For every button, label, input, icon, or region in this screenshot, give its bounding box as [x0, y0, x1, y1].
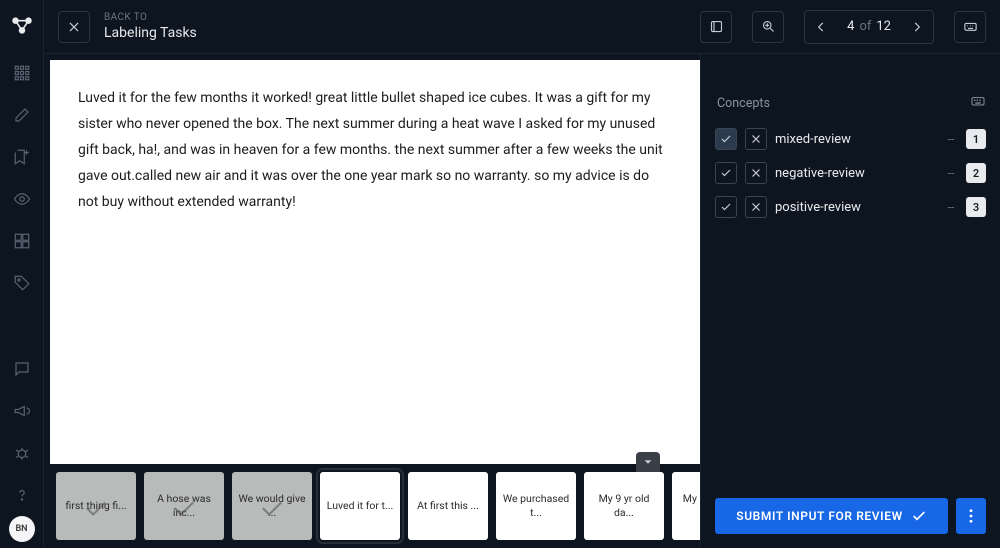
- brand-logo-icon: [9, 12, 35, 38]
- keyboard-shortcuts-button[interactable]: [954, 11, 986, 43]
- concept-hotkey: 2: [966, 163, 986, 183]
- concept-accept-button[interactable]: [715, 196, 737, 218]
- app-root: BN BACK TO Labeling Tasks 4 of 12: [0, 0, 1000, 548]
- filmstrip-thumb[interactable]: My daughter lo...: [672, 472, 700, 540]
- concept-accept-button[interactable]: [715, 128, 737, 150]
- pager-next-button[interactable]: [901, 11, 933, 43]
- concepts-heading: Concepts: [717, 96, 770, 111]
- filmstrip-container: first thing fi... A hose was inc... We wou…: [50, 464, 700, 548]
- concept-status: --: [944, 132, 958, 146]
- document-content: Luved it for the few months it worked! g…: [50, 60, 700, 464]
- pager: 4 of 12: [804, 10, 934, 44]
- user-avatar[interactable]: BN: [9, 516, 35, 542]
- submit-button[interactable]: SUBMIT INPUT FOR REVIEW: [715, 498, 948, 534]
- filmstrip-thumb-label: My daughter lo...: [678, 492, 700, 520]
- concept-name: mixed-review: [775, 132, 936, 147]
- concept-hotkey: 3: [966, 197, 986, 217]
- nav-tag-icon[interactable]: [0, 262, 44, 304]
- submit-row: SUBMIT INPUT FOR REVIEW: [701, 488, 1000, 548]
- filmstrip-thumb-label: Luved it for t...: [327, 499, 393, 513]
- concept-accept-button[interactable]: [715, 162, 737, 184]
- filter-button[interactable]: [700, 11, 732, 43]
- concept-name: positive-review: [775, 200, 936, 215]
- filmstrip-thumb-label: We purchased t...: [502, 492, 570, 520]
- close-button[interactable]: [58, 11, 90, 43]
- nav-megaphone-icon[interactable]: [0, 390, 44, 432]
- back-to-label: BACK TO: [104, 12, 197, 23]
- filmstrip-thumb[interactable]: My 9 yr old da...: [584, 472, 664, 540]
- nav-bug-icon[interactable]: [0, 432, 44, 474]
- pager-current: 4: [847, 19, 854, 34]
- filmstrip-thumb-label: We would give ...: [238, 492, 306, 520]
- concept-name: negative-review: [775, 166, 936, 181]
- concepts-list: mixed-review -- 1 negative-review -- 2 positiv…: [701, 122, 1000, 224]
- pager-prev-button[interactable]: [805, 11, 837, 43]
- concept-row: negative-review -- 2: [701, 156, 1000, 190]
- concept-reject-button[interactable]: [745, 162, 767, 184]
- header: BACK TO Labeling Tasks 4 of 12: [44, 0, 1000, 54]
- pager-of: of: [859, 19, 871, 34]
- concepts-heading-row: Concepts: [701, 84, 1000, 122]
- filmstrip-thumb-label: At first this ...: [417, 499, 479, 513]
- filmstrip-thumb[interactable]: We purchased t...: [496, 472, 576, 540]
- filmstrip-thumb[interactable]: We would give ...: [232, 472, 312, 540]
- keyboard-icon[interactable]: [970, 93, 986, 113]
- concept-row: mixed-review -- 1: [701, 122, 1000, 156]
- concept-reject-button[interactable]: [745, 196, 767, 218]
- nav-eye-icon[interactable]: [0, 178, 44, 220]
- submit-label: SUBMIT INPUT FOR REVIEW: [736, 509, 902, 523]
- check-icon: [911, 508, 927, 524]
- concepts-panel: Concepts mixed-review--1negative-review-…: [700, 54, 1000, 548]
- filmstrip: first thing fi... A hose was inc... We wou…: [50, 464, 700, 548]
- filmstrip-thumb[interactable]: first thing fi...: [56, 472, 136, 540]
- nav-help-icon[interactable]: [0, 474, 44, 516]
- concept-reject-button[interactable]: [745, 128, 767, 150]
- avatar-initials: BN: [15, 524, 27, 534]
- concept-row: positive-review -- 3: [701, 190, 1000, 224]
- nav-bookmark-add-icon[interactable]: [0, 136, 44, 178]
- nav-apps-icon[interactable]: [0, 220, 44, 262]
- document-column: Luved it for the few months it worked! g…: [44, 54, 700, 548]
- concept-status: --: [944, 166, 958, 180]
- nav-grid-icon[interactable]: [0, 52, 44, 94]
- breadcrumb[interactable]: BACK TO Labeling Tasks: [104, 12, 197, 41]
- filmstrip-thumb-label: My 9 yr old da...: [590, 492, 658, 520]
- filmstrip-thumb[interactable]: Luved it for t...: [320, 472, 400, 540]
- main-column: BACK TO Labeling Tasks 4 of 12 Luved i: [44, 0, 1000, 548]
- filmstrip-thumb[interactable]: At first this ...: [408, 472, 488, 540]
- filmstrip-thumb-label: A hose was inc...: [150, 492, 218, 520]
- concept-status: --: [944, 200, 958, 214]
- left-rail: BN: [0, 0, 44, 548]
- filmstrip-thumb[interactable]: A hose was inc...: [144, 472, 224, 540]
- pager-total: 12: [876, 19, 891, 34]
- filmstrip-thumb-label: first thing fi...: [65, 499, 126, 513]
- zoom-button[interactable]: [752, 11, 784, 43]
- page-title: Labeling Tasks: [104, 25, 197, 41]
- pager-count: 4 of 12: [837, 19, 901, 34]
- more-vertical-icon: [969, 509, 973, 523]
- body: Luved it for the few months it worked! g…: [44, 54, 1000, 548]
- submit-more-button[interactable]: [956, 498, 986, 534]
- filmstrip-collapse-button[interactable]: [636, 452, 660, 472]
- concept-hotkey: 1: [966, 129, 986, 149]
- nav-edit-icon[interactable]: [0, 94, 44, 136]
- nav-chat-icon[interactable]: [0, 348, 44, 390]
